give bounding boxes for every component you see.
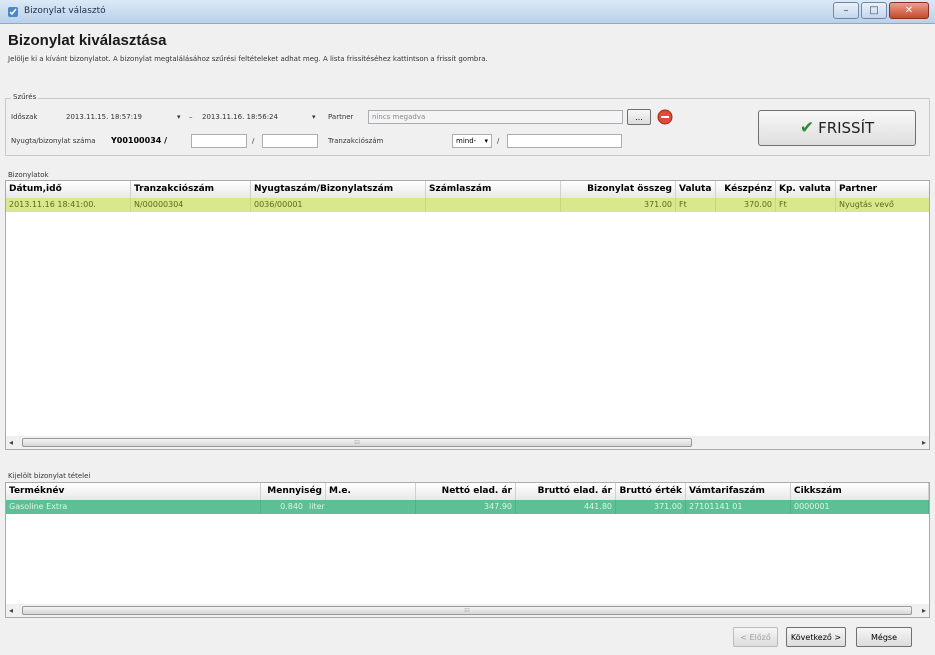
cell-receipt-number: 0036/00001 (251, 198, 426, 212)
cell-unit: liter (306, 500, 416, 514)
receipt-separator: / (252, 137, 255, 145)
items-header: Terméknév Mennyiség M.e. Nettó elad. ár … (6, 483, 929, 501)
cell-product-name: Gasoline Extra (6, 500, 261, 514)
col-currency[interactable]: Valuta (676, 181, 716, 198)
window-title: Bizonylat választó (24, 6, 106, 16)
cancel-button[interactable]: Mégse (856, 627, 912, 647)
date-to-field[interactable]: 2013.11.16. 18:56:24 (202, 113, 278, 121)
col-item-number[interactable]: Cikkszám (791, 483, 929, 500)
col-quantity[interactable]: Mennyiség (261, 483, 326, 500)
transaction-combo-value: mind- (456, 137, 477, 145)
table-row[interactable]: 2013.11.16 18:41:00. N/00000304 0036/000… (6, 198, 929, 212)
documents-header: Dátum,idő Tranzakciószám Nyugtaszám/Bizo… (6, 181, 929, 199)
transaction-separator: / (497, 137, 500, 145)
scroll-left-icon[interactable]: ◂ (9, 438, 13, 447)
period-label: Időszak (11, 113, 38, 121)
clear-partner-icon[interactable] (657, 109, 673, 125)
cell-partner: Nyugtás vevő (836, 198, 929, 212)
refresh-button[interactable]: ✔ FRISSÍT (758, 110, 916, 146)
table-row[interactable]: Gasoline Extra 0.840 liter 347.90 441.80… (6, 500, 929, 514)
receipt-number-label: Nyugta/bizonylat száma (11, 137, 96, 145)
filter-group-label: Szűrés (11, 93, 39, 101)
documents-group-label: Bizonylatok (8, 171, 49, 179)
transaction-number-input[interactable] (507, 134, 622, 148)
col-receipt-number[interactable]: Nyugtaszám/Bizonylatszám (251, 181, 426, 198)
col-transaction[interactable]: Tranzakciószám (131, 181, 251, 198)
col-net-price[interactable]: Nettó elad. ár (416, 483, 516, 500)
items-hscrollbar[interactable]: ◂ ⁝⁝⁝ ▸ (6, 604, 929, 617)
cell-currency: Ft (676, 198, 716, 212)
partner-label: Partner (328, 113, 354, 121)
transaction-label: Tranzakciószám (328, 137, 384, 145)
refresh-button-label: FRISSÍT (818, 119, 875, 137)
cell-gross-price: 441.80 (516, 500, 616, 514)
col-customs-tariff[interactable]: Vámtarifaszám (686, 483, 791, 500)
col-cash[interactable]: Készpénz (716, 181, 776, 198)
col-gross-price[interactable]: Bruttó elad. ár (516, 483, 616, 500)
col-gross-value[interactable]: Bruttó érték (616, 483, 686, 500)
col-product-name[interactable]: Terméknév (6, 483, 261, 500)
cell-customs-tariff: 27101141 01 (686, 500, 791, 514)
col-date[interactable]: Dátum,idő (6, 181, 131, 198)
partner-field[interactable]: nincs megadva (368, 110, 623, 124)
scroll-left-icon[interactable]: ◂ (9, 606, 13, 615)
close-icon[interactable]: ✕ (889, 2, 929, 19)
page-description: Jelölje ki a kívánt bizonylatot. A bizon… (8, 55, 488, 63)
app-icon (8, 7, 18, 17)
cell-date: 2013.11.16 18:41:00. (6, 198, 131, 212)
date-from-dropdown-icon[interactable]: ▾ (177, 113, 181, 121)
col-cash-currency[interactable]: Kp. valuta (776, 181, 836, 198)
cell-cash-currency: Ft (776, 198, 836, 212)
partner-browse-button[interactable]: ... (627, 109, 651, 125)
receipt-number-input-2[interactable] (262, 134, 318, 148)
col-document-amount[interactable]: Bizonylat összeg (561, 181, 676, 198)
cell-invoice-number (426, 198, 561, 212)
cell-transaction: N/00000304 (131, 198, 251, 212)
minimize-icon[interactable]: – (833, 2, 859, 19)
cell-cash: 370.00 (716, 198, 776, 212)
col-invoice-number[interactable]: Számlaszám (426, 181, 561, 198)
checkmark-icon: ✔ (799, 118, 815, 138)
window-titlebar: Bizonylat választó – □ ✕ (0, 0, 935, 24)
date-from-field[interactable]: 2013.11.15. 18:57:19 (66, 113, 142, 121)
dropdown-arrow-icon: ▾ (484, 137, 488, 145)
cell-net-price: 347.90 (416, 500, 516, 514)
maximize-icon[interactable]: □ (861, 2, 887, 19)
receipt-number-input[interactable] (191, 134, 247, 148)
next-button[interactable]: Következő > (786, 627, 846, 647)
cell-quantity: 0.840 (280, 502, 303, 511)
col-partner[interactable]: Partner (836, 181, 929, 198)
items-group-label: Kijelölt bizonylat tételei (8, 472, 91, 480)
scroll-right-icon[interactable]: ▸ (922, 606, 926, 615)
range-dash: – (189, 113, 193, 121)
items-table: Terméknév Mennyiség M.e. Nettó elad. ár … (5, 482, 930, 618)
cell-item-number: 0000001 (791, 500, 929, 514)
receipt-prefix: Y00100034 / (111, 136, 168, 145)
scrollbar-thumb[interactable]: ⁝⁝⁝ (22, 438, 692, 447)
dialog-content: Bizonylat kiválasztása Jelölje ki a kívá… (0, 24, 935, 655)
back-button[interactable]: < Előző (733, 627, 778, 647)
col-unit[interactable]: M.e. (326, 483, 416, 500)
page-title: Bizonylat kiválasztása (8, 32, 167, 49)
date-to-dropdown-icon[interactable]: ▾ (312, 113, 316, 121)
scrollbar-thumb[interactable]: ⁝⁝⁝ (22, 606, 912, 615)
cell-gross-value: 371.00 (616, 500, 686, 514)
documents-table: Dátum,idő Tranzakciószám Nyugtaszám/Bizo… (5, 180, 930, 450)
scroll-right-icon[interactable]: ▸ (922, 438, 926, 447)
transaction-combo[interactable]: mind- ▾ (452, 134, 492, 148)
documents-hscrollbar[interactable]: ◂ ⁝⁝⁝ ▸ (6, 436, 929, 449)
cell-document-amount: 371.00 (561, 198, 676, 212)
